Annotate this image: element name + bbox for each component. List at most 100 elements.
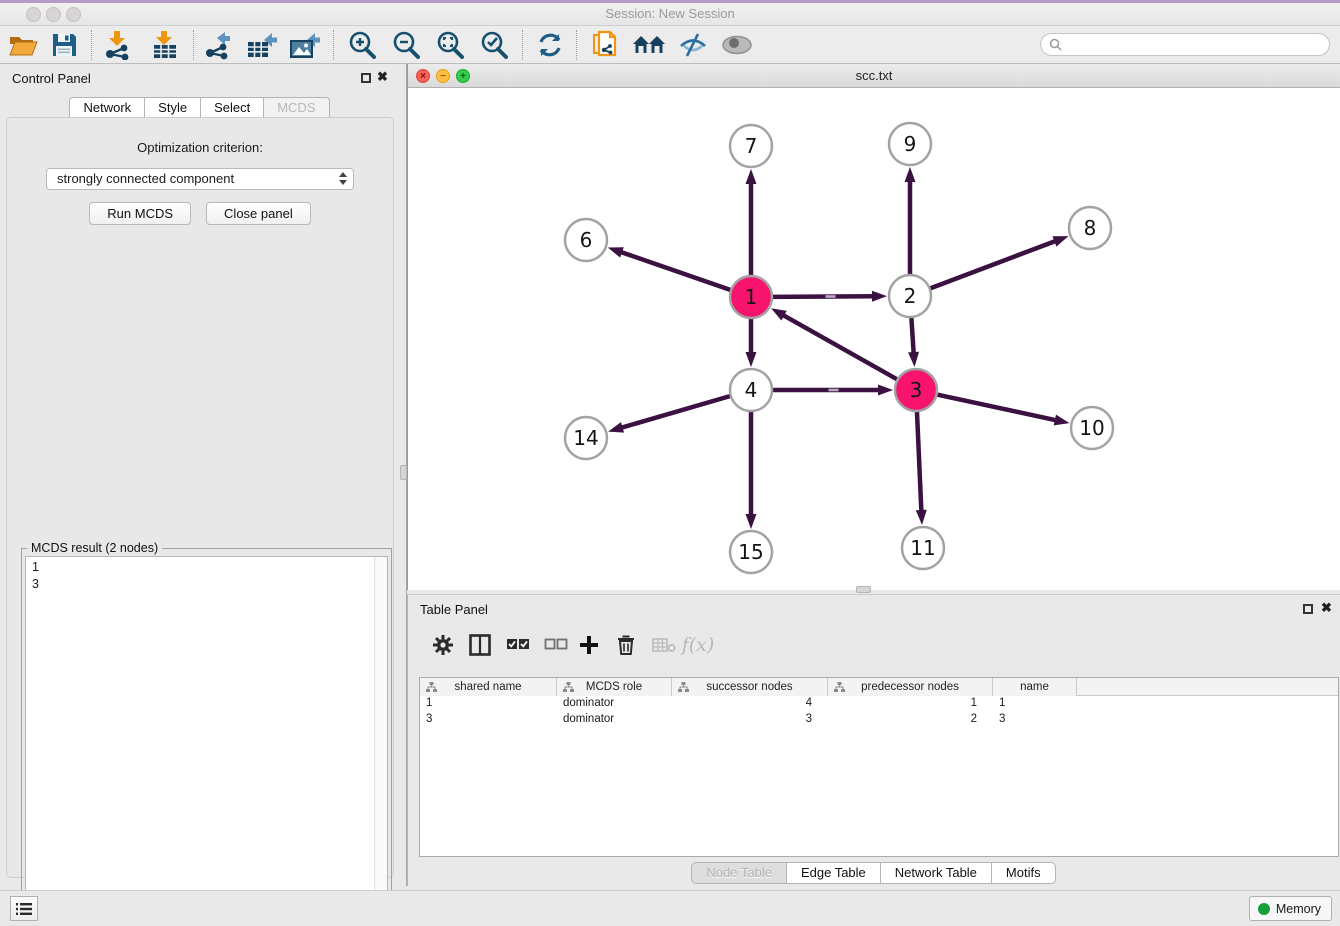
- result-scrollbar[interactable]: [374, 557, 387, 920]
- show-eye-icon[interactable]: [720, 29, 754, 61]
- column-header-name[interactable]: name: [993, 678, 1077, 696]
- deselect-all-icon[interactable]: [542, 631, 570, 659]
- optimization-criterion-label: Optimization criterion:: [7, 140, 393, 155]
- table-row[interactable]: 3 dominator 3 2 3: [420, 712, 1338, 728]
- close-table-panel-icon[interactable]: ✖: [1321, 599, 1332, 617]
- horizontal-splitter-handle[interactable]: [856, 586, 871, 593]
- column-hierarchy-icon: [678, 682, 689, 695]
- tab-network[interactable]: Network: [69, 97, 145, 118]
- edge-arrowhead: [878, 385, 893, 396]
- tab-network-table[interactable]: Network Table: [880, 862, 992, 884]
- edge-arrowhead: [916, 510, 927, 525]
- edge-3-1[interactable]: [782, 315, 896, 380]
- zoom-out-icon[interactable]: [389, 29, 423, 61]
- add-column-icon[interactable]: [575, 631, 603, 659]
- column-header-shared-name[interactable]: shared name: [420, 678, 557, 696]
- import-table-icon[interactable]: [148, 29, 182, 61]
- edge-arrowhead: [608, 247, 624, 257]
- run-mcds-button[interactable]: Run MCDS: [89, 202, 191, 225]
- zoom-fit-icon[interactable]: [433, 29, 467, 61]
- vertical-splitter-handle[interactable]: [400, 465, 407, 480]
- graph-node-label-7: 7: [745, 134, 758, 158]
- node-table[interactable]: shared name MCDS role successor nodes pr…: [419, 677, 1339, 857]
- float-table-panel-icon[interactable]: [1303, 604, 1313, 614]
- column-layout-icon[interactable]: [466, 631, 494, 659]
- edge-3-10[interactable]: [938, 395, 1057, 421]
- refresh-icon[interactable]: [533, 29, 567, 61]
- graph-node-label-8: 8: [1084, 216, 1097, 240]
- network-close-button[interactable]: ×: [416, 69, 430, 83]
- graph-node-label-4: 4: [745, 378, 758, 402]
- network-canvas[interactable]: 7968124314101511: [408, 88, 1339, 590]
- float-panel-icon[interactable]: [361, 73, 371, 83]
- search-icon: [1049, 38, 1062, 51]
- export-table-icon[interactable]: [245, 29, 279, 61]
- edge-1-6[interactable]: [620, 252, 730, 290]
- edge-arrowhead: [908, 352, 919, 367]
- table-panel: Table Panel ✖: [407, 594, 1340, 886]
- graph-node-label-1: 1: [745, 285, 758, 309]
- list-icon: [16, 902, 32, 916]
- network-window-titlebar[interactable]: × − + scc.txt: [408, 64, 1340, 88]
- network-minimize-button[interactable]: −: [436, 69, 450, 83]
- close-panel-icon[interactable]: ✖: [377, 68, 388, 86]
- hide-eye-icon[interactable]: [676, 29, 710, 61]
- column-header-predecessor-nodes[interactable]: predecessor nodes: [828, 678, 993, 696]
- graph-node-label-3: 3: [910, 378, 923, 402]
- column-hierarchy-icon: [834, 682, 845, 695]
- tab-node-table[interactable]: Node Table: [691, 862, 787, 884]
- edge-3-11[interactable]: [917, 412, 921, 512]
- control-panel-title: Control Panel: [12, 71, 91, 86]
- save-session-icon[interactable]: [47, 29, 81, 61]
- column-hierarchy-icon: [563, 682, 574, 695]
- graph-node-label-10: 10: [1079, 416, 1104, 440]
- network-graph[interactable]: 7968124314101511: [408, 88, 1339, 590]
- mcds-result-lines: 1 3: [26, 557, 387, 595]
- edge-arrowhead: [746, 169, 757, 184]
- tab-mcds[interactable]: MCDS: [263, 97, 329, 118]
- toolbar-separator: [193, 30, 194, 60]
- import-network-icon[interactable]: [101, 29, 135, 61]
- main-toolbar: [0, 26, 1340, 64]
- graph-node-label-15: 15: [738, 540, 763, 564]
- close-window-button[interactable]: [26, 7, 41, 22]
- minimize-window-button[interactable]: [46, 7, 61, 22]
- edge-4-14[interactable]: [621, 396, 730, 428]
- export-network-icon[interactable]: [201, 29, 235, 61]
- memory-label: Memory: [1276, 902, 1321, 916]
- tab-select[interactable]: Select: [200, 97, 264, 118]
- export-image-icon[interactable]: [288, 29, 322, 61]
- toolbar-separator: [576, 30, 577, 60]
- edge-2-8[interactable]: [931, 241, 1057, 289]
- network-file-icon[interactable]: [588, 29, 622, 61]
- network-maximize-button[interactable]: +: [456, 69, 470, 83]
- gear-icon[interactable]: [429, 631, 457, 659]
- zoom-in-icon[interactable]: [345, 29, 379, 61]
- criterion-dropdown[interactable]: strongly connected component: [46, 168, 354, 190]
- toolbar-separator: [91, 30, 92, 60]
- zoom-selected-icon[interactable]: [477, 29, 511, 61]
- home-icon[interactable]: [632, 29, 666, 61]
- graph-node-label-9: 9: [904, 132, 917, 156]
- tab-edge-table[interactable]: Edge Table: [786, 862, 881, 884]
- select-all-icon[interactable]: [504, 631, 532, 659]
- table-row[interactable]: 1 dominator 4 1 1: [420, 696, 1338, 712]
- toolbar-separator: [333, 30, 334, 60]
- open-file-icon[interactable]: [6, 29, 40, 61]
- column-header-mcds-role[interactable]: MCDS role: [557, 678, 672, 696]
- task-list-button[interactable]: [10, 896, 38, 921]
- close-panel-button[interactable]: Close panel: [206, 202, 311, 225]
- edge-1-2[interactable]: [773, 296, 874, 297]
- mcds-result-area[interactable]: 1 3: [25, 556, 388, 921]
- function-icon: f(x): [684, 631, 712, 659]
- delete-icon[interactable]: [612, 631, 640, 659]
- zoom-window-button[interactable]: [66, 7, 81, 22]
- search-input[interactable]: [1040, 33, 1330, 56]
- edge-2-3[interactable]: [911, 318, 913, 354]
- memory-button[interactable]: Memory: [1249, 896, 1332, 921]
- column-header-successor-nodes[interactable]: successor nodes: [672, 678, 828, 696]
- search-field[interactable]: [1066, 38, 1329, 52]
- tab-style[interactable]: Style: [144, 97, 201, 118]
- tab-motifs[interactable]: Motifs: [991, 862, 1056, 884]
- graph-node-label-11: 11: [910, 536, 935, 560]
